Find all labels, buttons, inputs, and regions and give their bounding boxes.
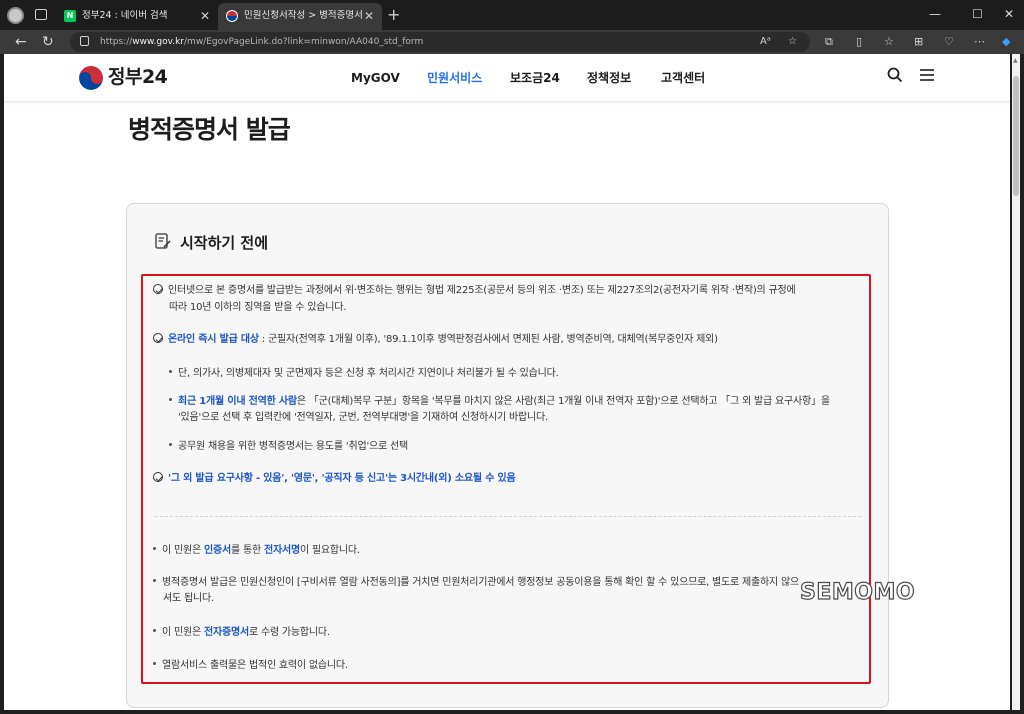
bullet-icon [153,662,156,665]
collections-icon[interactable]: ⊞ [914,35,923,49]
nav-mygov[interactable]: MyGOV [351,70,400,86]
taegeuk-logo-icon[interactable] [79,66,103,90]
close-tab-icon[interactable]: ✕ [200,9,210,23]
lock-icon [80,36,89,46]
tab-naver-search[interactable]: N 정부24 : 네이버 검색 ✕ [56,3,218,30]
read-aloud-icon[interactable]: Aᵃ [760,35,771,49]
nav-customer-center[interactable]: 고객센터 [661,70,705,86]
nav-subsidy24[interactable]: 보조금24 [510,70,560,86]
split-screen-icon[interactable]: ▯ [856,35,862,49]
performance-icon[interactable]: ♡ [944,35,954,49]
tab-bar: N 정부24 : 네이버 검색 ✕ 민원신청서작성 > 병적증명서 발... ✕… [0,0,1024,30]
check-circle-icon [153,284,163,294]
address-toolbar: ← ↻ https://www.gov.kr/mw/EgovPageLink.d… [0,30,1024,54]
card-title: 시작하기 전에 [180,234,269,252]
bullet-icon [169,370,172,373]
tab-title: 민원신청서작성 > 병적증명서 발... [244,10,364,21]
bullet-icon [169,398,172,401]
tab-minwon[interactable]: 민원신청서작성 > 병적증명서 발... ✕ [218,3,382,30]
naver-favicon-icon: N [64,10,76,22]
notice-electronic-certificate: 이 민원은 전자증명서로 수령 가능합니다. [153,624,330,641]
notice-highlight-box: 인터넷으로 본 증명서를 발급받는 과정에서 위·변조하는 행위는 형법 제22… [141,274,871,684]
maximize-icon[interactable]: ☐ [972,6,983,22]
check-circle-icon [153,333,163,343]
notice-online-eligibility: 온라인 즉시 발급 대상 : 군필자(전역후 1개월 이후), '89.1.1이… [153,331,718,348]
notice-signature-required: 이 민원은 인증서를 통한 전자서명이 필요합니다. [153,542,360,559]
semomo-watermark: SEMOMO [799,579,916,605]
dashed-divider [155,516,861,517]
page-scrollbar[interactable]: ▲ [1012,54,1020,710]
menu-icon[interactable] [919,67,935,88]
nav-policy-info[interactable]: 정책정보 [587,70,631,86]
bullet-icon [169,443,172,446]
before-start-card: 시작하기 전에 인터넷으로 본 증명서를 발급받는 과정에서 위·변조하는 행위… [126,203,889,708]
site-header: 정부24 MyGOV 민원서비스 보조금24 정책정보 고객센터 [4,54,1010,102]
bullet-icon [153,629,156,632]
refresh-icon[interactable]: ↻ [42,33,54,51]
favorites-icon[interactable]: ☆ [884,35,894,49]
check-circle-icon [153,472,163,482]
notice-extra-requirements: '그 외 발급 요구사항 - 있음', '영문', '공직자 등 신고'는 3시… [153,470,516,487]
scrollbar-thumb[interactable] [1013,76,1019,196]
bullet-icon [153,547,156,550]
back-icon[interactable]: ← [15,33,27,51]
close-tab-icon[interactable]: ✕ [364,9,374,23]
more-icon[interactable]: ⋯ [974,35,985,49]
page-title: 병적증명서 발급 [128,115,291,144]
notice-sub-recent-discharge-cont: '있음'으로 선택 후 입력칸에 '전역일자, 군번, 전역부대명'을 기재하여… [178,412,548,423]
tab-title: 정부24 : 네이버 검색 [82,10,168,21]
web-page: 정부24 MyGOV 민원서비스 보조금24 정책정보 고객센터 병적증명서 발… [4,54,1010,710]
nav-minwon-service[interactable]: 민원서비스 [427,70,482,86]
gov-favicon-icon [226,10,238,22]
notice-forgery-warning: 인터넷으로 본 증명서를 발급받는 과정에서 위·변조하는 행위는 형법 제22… [153,282,796,299]
notice-sub-recent-discharge: 최근 1개월 이내 전역한 사람은 「군(대체)복무 구분」항목을 '복무를 마… [169,393,830,410]
browser-window: N 정부24 : 네이버 검색 ✕ 민원신청서작성 > 병적증명서 발... ✕… [0,0,1024,714]
close-window-icon[interactable]: ✕ [1004,6,1014,22]
favorite-star-icon[interactable]: ☆ [788,35,797,49]
minimize-icon[interactable]: — [929,6,941,22]
profile-avatar[interactable] [7,7,24,24]
notice-document-consent-cont: 셔도 됩니다. [163,593,214,604]
extensions-icon[interactable]: ⧉ [825,35,833,49]
tab-actions-icon[interactable] [35,9,47,20]
address-bar[interactable]: https://www.gov.kr/mw/EgovPageLink.do?li… [70,32,810,52]
bullet-icon [153,579,156,582]
url-text: https://www.gov.kr/mw/EgovPageLink.do?li… [100,37,424,47]
checklist-edit-icon [155,233,172,250]
search-icon[interactable] [887,67,903,88]
scroll-up-icon[interactable]: ▲ [1013,57,1018,64]
notice-document-consent: 병적증명서 발급은 민원신청인이 [구비서류 열람 사전동의]를 거치면 민원처… [153,574,799,591]
notice-sub-employment: 공무원 채용을 위한 병적증명서는 용도를 '취업'으로 선택 [169,438,408,455]
notice-sub-delay: 단, 의가사, 의병제대자 및 군면제자 등은 신청 후 처리시간 지연이나 처… [169,365,559,382]
site-logo-text[interactable]: 정부24 [108,65,168,89]
copilot-icon[interactable]: ◆ [1002,35,1010,49]
notice-forgery-warning-cont: 따라 10년 이하의 징역을 받을 수 있습니다. [169,302,347,313]
new-tab-icon[interactable]: + [387,5,400,25]
notice-printout-not-valid: 열람서비스 출력물은 법적인 효력이 없습니다. [153,657,348,674]
